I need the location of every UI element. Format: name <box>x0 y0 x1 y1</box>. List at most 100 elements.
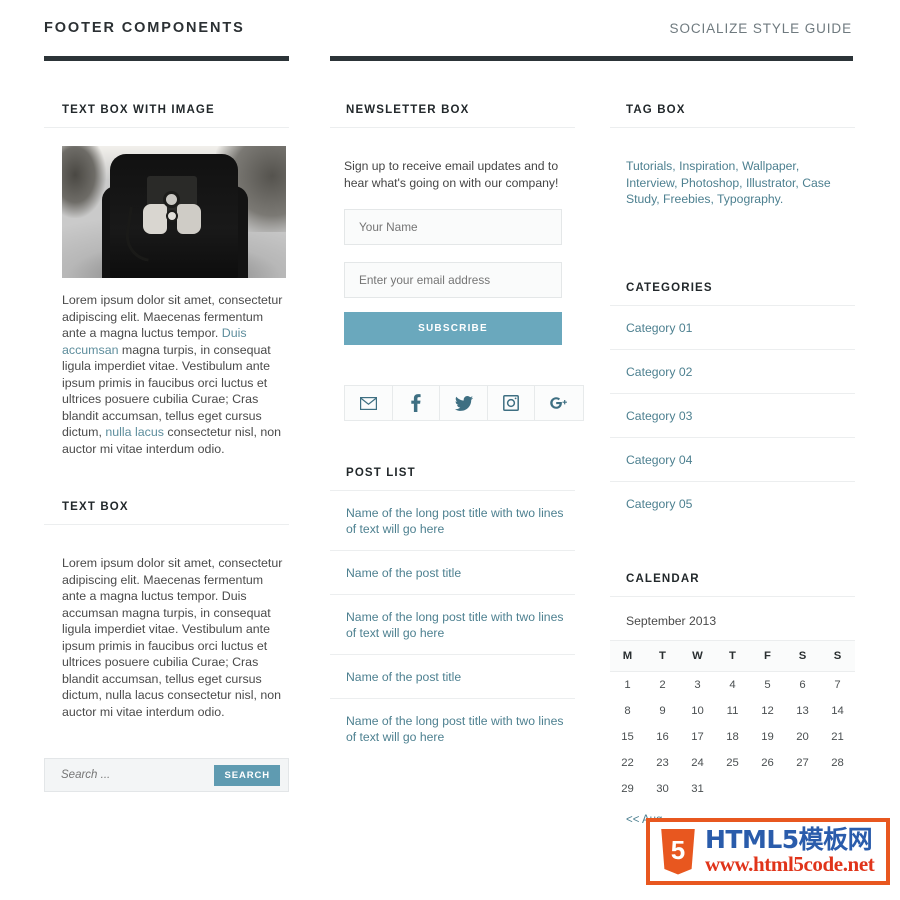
calendar-day-cell: 5 <box>764 678 771 691</box>
widget-post-list: POST LIST Name of the long post title wi… <box>330 463 575 758</box>
instagram-icon[interactable] <box>488 386 536 421</box>
subscribe-button[interactable]: SUBSCRIBE <box>344 312 562 346</box>
calendar-weekday: T <box>715 639 750 672</box>
widget-text-box: TEXT BOX Lorem ipsum dolor sit amet, con… <box>44 497 289 720</box>
post-list: Name of the long post title with two lin… <box>330 491 575 758</box>
tag-link[interactable]: Freebies <box>663 192 710 206</box>
calendar-day-cell: 22 <box>621 756 634 769</box>
calendar-day-cell: 8 <box>624 704 631 717</box>
list-item: Name of the post title <box>330 551 575 596</box>
calendar-day-cell: 23 <box>656 756 669 769</box>
widget-title-tag-box: TAG BOX <box>610 100 855 128</box>
inline-link[interactable]: nulla lacus <box>105 425 164 439</box>
category-link[interactable]: Category 02 <box>626 364 851 380</box>
tag-link[interactable]: Tutorials <box>626 159 672 173</box>
tag-link[interactable]: Inspiration <box>679 159 735 173</box>
list-item: Category 04 <box>610 438 855 482</box>
inline-link[interactable]: Duis accumsan <box>62 326 247 357</box>
post-link[interactable]: Name of the long post title with two lin… <box>346 713 571 745</box>
list-item: Category 01 <box>610 306 855 350</box>
widget-title-post-list: POST LIST <box>330 463 575 492</box>
calendar-month-label: September 2013 <box>626 613 717 628</box>
category-link[interactable]: Category 01 <box>626 320 851 336</box>
calendar-day-cell: 26 <box>761 756 774 769</box>
tag-link[interactable]: Photoshop <box>681 176 739 190</box>
list-item: Category 02 <box>610 350 855 394</box>
calendar-day-cell: 24 <box>691 756 704 769</box>
googleplus-icon[interactable] <box>535 386 583 420</box>
list-item: Category 05 <box>610 482 855 525</box>
tag-link[interactable]: Interview <box>626 176 674 190</box>
category-link[interactable]: Category 05 <box>626 496 851 512</box>
calendar-day-cell: 4 <box>729 678 736 691</box>
calendar-day-cell: 21 <box>831 730 844 743</box>
widget-text-box-with-image: TEXT BOX WITH IMAGE Lorem ipsum dolor si… <box>44 100 289 457</box>
calendar-day-cell: 18 <box>726 730 739 743</box>
calendar-day-cell: 13 <box>796 704 809 717</box>
calendar-day-cell: 25 <box>726 756 739 769</box>
widget-title-categories: CATEGORIES <box>610 278 855 306</box>
calendar-weekday: S <box>785 639 820 672</box>
mail-icon[interactable] <box>345 386 393 421</box>
widget-title-text-box-with-image: TEXT BOX WITH IMAGE <box>44 100 289 128</box>
search-box[interactable]: SEARCH <box>44 758 289 793</box>
post-link[interactable]: Name of the post title <box>346 565 571 581</box>
calendar-day-cell: 2 <box>659 678 666 691</box>
tag-link[interactable]: Typography <box>717 192 780 206</box>
calendar-day-cell: 7 <box>834 678 841 691</box>
text-box-with-image-paragraph: Lorem ipsum dolor sit amet, consectetur … <box>62 293 283 456</box>
list-item: Name of the post title <box>330 655 575 700</box>
left-column: TEXT BOX WITH IMAGE Lorem ipsum dolor si… <box>44 100 289 793</box>
calendar-day-cell: 30 <box>656 782 669 795</box>
tag-link[interactable]: Illustrator <box>746 176 795 190</box>
calendar-day-cell: 10 <box>691 704 704 717</box>
page-title: FOOTER COMPONENTS <box>44 20 245 36</box>
facebook-icon[interactable] <box>393 386 441 421</box>
category-list: Category 01 Category 02 Category 03 Categor… <box>610 306 855 525</box>
tag-list: Tutorials, Inspiration, Wallpaper, Inter… <box>626 159 831 207</box>
calendar-day-cell: 12 <box>761 704 774 717</box>
widget-title-calendar: CALENDAR <box>610 569 855 597</box>
calendar-day-cell: 15 <box>621 730 634 743</box>
list-item: Name of the long post title with two lin… <box>330 699 575 758</box>
calendar-weekday: F <box>750 639 785 672</box>
calendar-day-cell: 14 <box>831 704 844 717</box>
calendar-day-cell <box>750 776 785 802</box>
search-input[interactable] <box>59 759 229 792</box>
post-link[interactable]: Name of the post title <box>346 669 571 685</box>
calendar-day-cell: 16 <box>656 730 669 743</box>
calendar-day-cell: 1 <box>624 678 631 691</box>
calendar-day-cell: 27 <box>796 756 809 769</box>
post-link[interactable]: Name of the long post title with two lin… <box>346 609 571 641</box>
twitter-icon[interactable] <box>440 386 488 421</box>
calendar-day-cell <box>785 776 820 802</box>
text-box-paragraph: Lorem ipsum dolor sit amet, consectetur … <box>62 556 283 719</box>
widget-title-newsletter: NEWSLETTER BOX <box>330 100 575 128</box>
widget-newsletter-box: NEWSLETTER BOX Sign up to receive email … <box>330 100 575 346</box>
widget-calendar: CALENDAR September 2013 MTWTFSS 12345678… <box>610 569 855 826</box>
calendar-day-cell: 19 <box>761 730 774 743</box>
widget-tag-box: TAG BOX Tutorials, Inspiration, Wallpape… <box>610 100 855 208</box>
calendar-weekday: W <box>680 639 715 672</box>
list-item: Category 03 <box>610 394 855 438</box>
widget-title-text-box: TEXT BOX <box>44 497 289 525</box>
calendar-day-cell <box>715 776 750 802</box>
middle-column: NEWSLETTER BOX Sign up to receive email … <box>330 100 584 784</box>
watermark-line2: www.html5code.net <box>705 852 875 876</box>
calendar-weekday: M <box>610 639 645 672</box>
widget-categories: CATEGORIES Category 01 Category 02 Categor… <box>610 278 855 525</box>
newsletter-name-input[interactable] <box>344 209 562 246</box>
style-guide-label: SOCIALIZE STYLE GUIDE <box>669 21 852 36</box>
category-link[interactable]: Category 03 <box>626 408 851 424</box>
right-column: TAG BOX Tutorials, Inspiration, Wallpape… <box>610 100 855 852</box>
search-button[interactable]: SEARCH <box>214 765 280 787</box>
tag-link[interactable]: Wallpaper <box>742 159 796 173</box>
newsletter-email-input[interactable] <box>344 262 562 299</box>
calendar-table: MTWTFSS 1 2 3 4 5 6 7 8 9 10 11 12 13 14 15 16 17 18 19 20 2… <box>610 639 855 802</box>
post-link[interactable]: Name of the long post title with two lin… <box>346 505 571 537</box>
calendar-day-cell <box>820 776 855 802</box>
calendar-week-row: 22 23 24 25 26 27 28 <box>610 750 855 776</box>
category-link[interactable]: Category 04 <box>626 452 851 468</box>
calendar-days-body: 1 2 3 4 5 6 7 8 9 10 11 12 13 14 15 16 17 18 19 20 21 22 23 24 2… <box>610 671 855 802</box>
list-item: Name of the long post title with two lin… <box>330 491 575 552</box>
